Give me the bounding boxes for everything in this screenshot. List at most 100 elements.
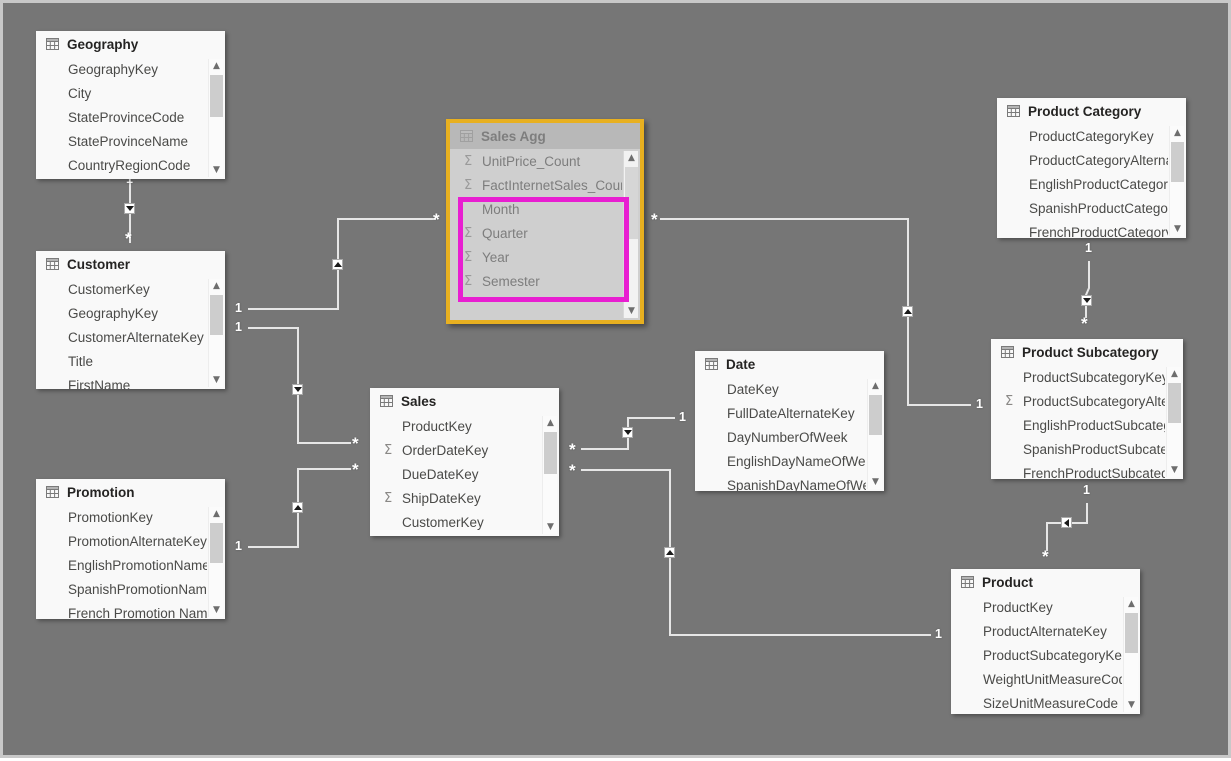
chevron-up-icon[interactable]: ▲ [868, 379, 883, 393]
field-row[interactable]: SpanishProductCategoryName [997, 196, 1168, 220]
scrollbar-thumb[interactable] [210, 295, 223, 335]
field-row[interactable]: GeographyKey [36, 301, 207, 325]
field-list-scrollbar[interactable]: ▲ ▼ [542, 416, 557, 534]
table-card-product-subcategory[interactable]: Product Subcategory ProductSubcategoryKe… [991, 339, 1183, 479]
field-row[interactable]: ProductSubcategoryKey [951, 643, 1122, 667]
scrollbar-thumb[interactable] [544, 432, 557, 474]
field-row[interactable]: EnglishPromotionName [36, 553, 207, 577]
table-card-sales[interactable]: Sales ProductKey Σ OrderDateKey DueDateKe… [370, 388, 559, 536]
scrollbar-thumb[interactable] [1125, 613, 1138, 653]
field-row[interactable]: GeographyKey [36, 57, 207, 81]
field-row[interactable]: DueDateKey [370, 462, 541, 486]
crossfilter-arrow-customer-salesagg[interactable] [332, 259, 343, 270]
field-row[interactable]: Σ ProductSubcategoryAlternateKey [991, 389, 1165, 413]
field-row[interactable]: Title [36, 349, 207, 373]
field-list-scrollbar[interactable]: ▲ ▼ [867, 379, 882, 489]
crossfilter-arrow-subcategory-product[interactable] [1061, 517, 1072, 528]
field-row[interactable]: StateProvinceName [36, 129, 207, 153]
chevron-up-icon[interactable]: ▲ [543, 416, 558, 430]
field-list-scrollbar[interactable]: ▲ ▼ [208, 507, 223, 617]
field-row[interactable]: CustomerKey [36, 277, 207, 301]
chevron-down-icon[interactable]: ▼ [209, 373, 224, 387]
table-card-customer[interactable]: Customer CustomerKey GeographyKey Custom… [36, 251, 225, 389]
chevron-up-icon[interactable]: ▲ [209, 279, 224, 293]
chevron-down-icon[interactable]: ▼ [209, 163, 224, 177]
chevron-down-icon[interactable]: ▼ [543, 520, 558, 534]
field-row[interactable]: ProductKey [951, 595, 1122, 619]
field-row[interactable]: FrenchProductSubcategoryName [991, 461, 1165, 480]
chevron-down-icon[interactable]: ▼ [868, 475, 883, 489]
field-row[interactable]: DayNumberOfWeek [695, 425, 866, 449]
field-list-scrollbar[interactable]: ▲ ▼ [208, 59, 223, 177]
field-row[interactable]: City [36, 81, 207, 105]
model-diagram-canvas[interactable]: 1 * 1 * 1 * 1 * * 1 * 1 * 1 1 * 1 * Geog… [0, 0, 1231, 758]
field-row[interactable]: Σ OrderDateKey [370, 438, 541, 462]
table-card-sales-agg[interactable]: Sales Agg Σ UnitPrice_Count Σ FactInternet… [446, 119, 644, 324]
field-row[interactable]: ProductCategoryKey [997, 124, 1168, 148]
chevron-up-icon[interactable]: ▲ [1170, 126, 1185, 140]
chevron-up-icon[interactable]: ▲ [1124, 597, 1139, 611]
field-row[interactable]: ProductCategoryAlternateKey [997, 148, 1168, 172]
crossfilter-arrow-customer-sales[interactable] [292, 384, 303, 395]
crossfilter-arrow-salesagg-subcategory[interactable] [902, 306, 913, 317]
field-row[interactable]: Σ UnitPrice_Count [450, 149, 622, 173]
crossfilter-arrow-sales-date[interactable] [622, 427, 633, 438]
field-row[interactable]: Σ FactInternetSales_Count [450, 173, 622, 197]
field-row[interactable]: CustomerKey [370, 510, 541, 534]
scrollbar-thumb[interactable] [625, 167, 638, 239]
field-row[interactable]: ProductKey [370, 414, 541, 438]
field-row[interactable]: EnglishProductSubcategoryName [991, 413, 1165, 437]
field-row[interactable]: ProductAlternateKey [951, 619, 1122, 643]
chevron-down-icon[interactable]: ▼ [624, 304, 639, 318]
field-row[interactable]: DateKey [695, 377, 866, 401]
crossfilter-arrow-category-subcategory[interactable] [1081, 295, 1092, 306]
table-card-promotion[interactable]: Promotion PromotionKey PromotionAlternat… [36, 479, 225, 619]
chevron-up-icon[interactable]: ▲ [209, 507, 224, 521]
field-row[interactable]: Σ Semester [450, 269, 622, 293]
field-row[interactable]: EnglishDayNameOfWeek [695, 449, 866, 473]
chevron-down-icon[interactable]: ▼ [1124, 698, 1139, 712]
scrollbar-thumb[interactable] [1171, 142, 1184, 182]
field-row[interactable]: FirstName [36, 373, 207, 390]
field-list-scrollbar[interactable]: ▲ ▼ [1123, 597, 1138, 712]
chevron-up-icon[interactable]: ▲ [1167, 367, 1182, 381]
crossfilter-arrow-promotion-sales[interactable] [292, 502, 303, 513]
table-card-product[interactable]: Product ProductKey ProductAlternateKey P… [951, 569, 1140, 714]
chevron-down-icon[interactable]: ▼ [1167, 463, 1182, 477]
chevron-down-icon[interactable]: ▼ [209, 603, 224, 617]
field-row[interactable]: StateProvinceCode [36, 105, 207, 129]
field-row[interactable]: Month [450, 197, 622, 221]
field-row[interactable]: French Promotion Name [36, 601, 207, 620]
field-row[interactable]: FullDateAlternateKey [695, 401, 866, 425]
table-card-date[interactable]: Date DateKey FullDateAlternateKey DayNum… [695, 351, 884, 491]
crossfilter-arrow-sales-product[interactable] [664, 547, 675, 558]
field-row[interactable]: PromotionKey [36, 505, 207, 529]
field-row[interactable]: Σ Year [450, 245, 622, 269]
field-row[interactable]: Σ Quarter [450, 221, 622, 245]
chevron-up-icon[interactable]: ▲ [209, 59, 224, 73]
chevron-up-icon[interactable]: ▲ [624, 151, 639, 165]
field-row[interactable]: CountryRegionCode [36, 153, 207, 177]
field-row[interactable]: CustomerAlternateKey [36, 325, 207, 349]
table-card-geography[interactable]: Geography GeographyKey City StateProvinc… [36, 31, 225, 179]
field-row[interactable]: SpanishDayNameOfWeek [695, 473, 866, 492]
scrollbar-thumb[interactable] [869, 395, 882, 435]
field-row[interactable]: EnglishProductCategoryName [997, 172, 1168, 196]
scrollbar-thumb[interactable] [210, 523, 223, 563]
field-row[interactable]: SizeUnitMeasureCode [951, 691, 1122, 714]
field-row[interactable]: SpanishProductSubcategoryName [991, 437, 1165, 461]
field-row[interactable]: Σ ShipDateKey [370, 486, 541, 510]
field-list-scrollbar[interactable]: ▲ ▼ [1166, 367, 1181, 477]
field-list-scrollbar[interactable]: ▲ ▼ [1169, 126, 1184, 236]
field-row[interactable]: FrenchProductCategoryName [997, 220, 1168, 239]
chevron-down-icon[interactable]: ▼ [1170, 222, 1185, 236]
scrollbar-thumb[interactable] [1168, 383, 1181, 423]
crossfilter-arrow-geography-customer[interactable] [124, 203, 135, 214]
field-row[interactable]: WeightUnitMeasureCode [951, 667, 1122, 691]
field-list-scrollbar[interactable]: ▲ ▼ [208, 279, 223, 387]
scrollbar-thumb[interactable] [210, 75, 223, 117]
table-card-product-category[interactable]: Product Category ProductCategoryKey Prod… [997, 98, 1186, 238]
field-row[interactable]: SpanishPromotionName [36, 577, 207, 601]
field-row[interactable]: ProductSubcategoryKey [991, 365, 1165, 389]
field-row[interactable]: PromotionAlternateKey [36, 529, 207, 553]
